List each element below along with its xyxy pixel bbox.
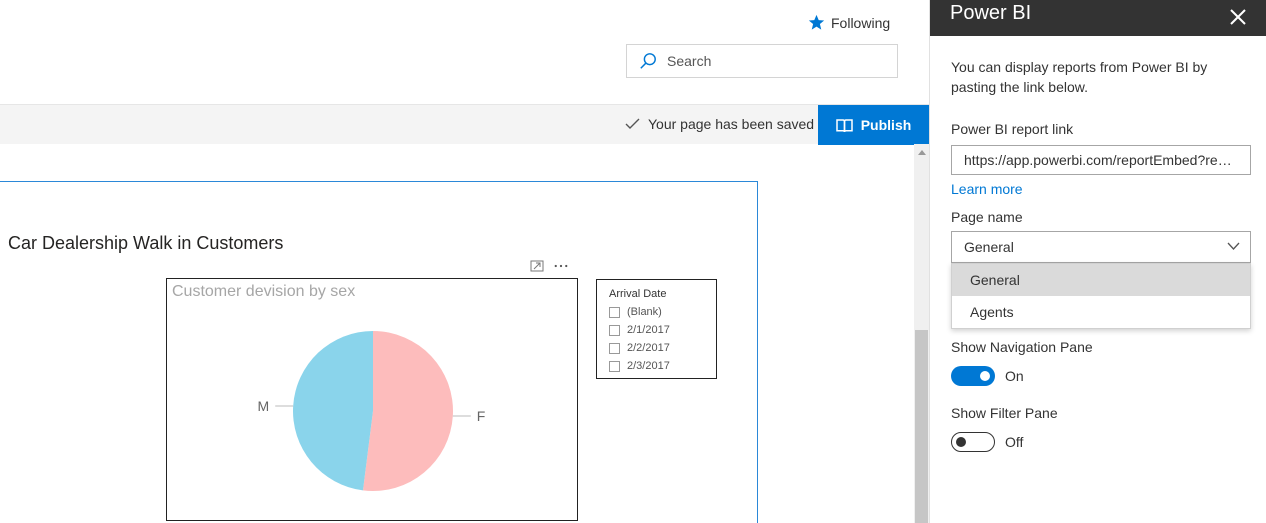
- powerbi-property-pane: Power BI You can display reports from Po…: [929, 0, 1266, 523]
- page-name-label: Page name: [951, 209, 1023, 225]
- following-button[interactable]: Following: [808, 14, 890, 31]
- slicer-item[interactable]: 2/1/2017: [609, 321, 716, 339]
- panel-header: Power BI: [930, 0, 1266, 36]
- slicer-item[interactable]: 2/3/2017: [609, 357, 716, 375]
- save-status: Your page has been saved: [625, 116, 814, 132]
- nav-pane-toggle[interactable]: [951, 366, 995, 386]
- slicer-item[interactable]: 2/2/2017: [609, 339, 716, 357]
- nav-pane-label: Show Navigation Pane: [951, 339, 1093, 355]
- filter-pane-toggle[interactable]: [951, 432, 995, 452]
- publish-label: Publish: [860, 117, 912, 133]
- following-label: Following: [831, 14, 891, 31]
- nav-pane-state: On: [1005, 368, 1024, 384]
- pie-chart: FM: [258, 331, 486, 491]
- visual-header: [530, 259, 568, 273]
- arrival-date-slicer[interactable]: Arrival Date (Blank) 2/1/2017 2/2/2017 2…: [596, 279, 717, 379]
- scroll-up-arrow-icon[interactable]: [918, 150, 926, 155]
- slicer-item-label: 2/1/2017: [627, 324, 670, 336]
- search-icon: [640, 53, 656, 69]
- filter-pane-state: Off: [1005, 434, 1024, 450]
- slice-label: F: [477, 408, 486, 424]
- dropdown-option-general[interactable]: General: [952, 264, 1250, 296]
- slicer-item[interactable]: (Blank): [609, 303, 716, 321]
- report-title: Car Dealership Walk in Customers: [8, 233, 284, 253]
- slice-label: M: [258, 398, 270, 414]
- dropdown-option-agents[interactable]: Agents: [952, 296, 1250, 328]
- report-link-label: Power BI report link: [951, 121, 1074, 137]
- book-icon: [835, 118, 853, 132]
- pie-slice-m[interactable]: [293, 331, 373, 491]
- filter-pane-label: Show Filter Pane: [951, 405, 1058, 421]
- command-bar: Your page has been saved Publish: [0, 104, 929, 145]
- scrollbar-thumb[interactable]: [915, 330, 928, 523]
- checkbox[interactable]: [609, 306, 620, 318]
- checkbox[interactable]: [609, 342, 620, 354]
- checkbox[interactable]: [609, 360, 620, 372]
- pie-chart-visual[interactable]: Customer devision by sex FM: [166, 278, 578, 521]
- chevron-down-icon: [1227, 242, 1240, 250]
- search-placeholder: Search: [667, 53, 712, 69]
- page-name-menu: General Agents: [951, 263, 1251, 329]
- more-options-icon[interactable]: [554, 259, 568, 273]
- focus-mode-icon[interactable]: [530, 259, 544, 273]
- panel-description: You can display reports from Power BI by…: [951, 59, 1208, 95]
- close-button[interactable]: [1227, 6, 1249, 28]
- pie-slice-f[interactable]: [362, 331, 454, 491]
- publish-button[interactable]: Publish: [818, 105, 929, 145]
- star-icon: [808, 14, 825, 30]
- dropdown-value: General: [964, 239, 1014, 255]
- page-name-dropdown[interactable]: General: [951, 231, 1251, 263]
- save-status-text: Your page has been saved: [648, 116, 815, 132]
- report-link-input[interactable]: https://app.powerbi.com/reportEmbed?repo…: [951, 145, 1251, 175]
- search-input[interactable]: Search: [626, 44, 898, 78]
- toggle-knob: [956, 437, 966, 447]
- slicer-item-label: 2/2/2017: [627, 342, 670, 354]
- checkmark-icon: [625, 118, 640, 129]
- panel-title: Power BI: [950, 2, 1032, 24]
- slicer-item-label: (Blank): [627, 306, 662, 318]
- slicer-title: Arrival Date: [609, 288, 667, 300]
- checkbox[interactable]: [609, 324, 620, 336]
- toggle-knob: [980, 371, 990, 381]
- close-icon: [1230, 9, 1246, 25]
- learn-more-link[interactable]: Learn more: [951, 181, 1023, 197]
- slicer-item-label: 2/3/2017: [627, 360, 670, 372]
